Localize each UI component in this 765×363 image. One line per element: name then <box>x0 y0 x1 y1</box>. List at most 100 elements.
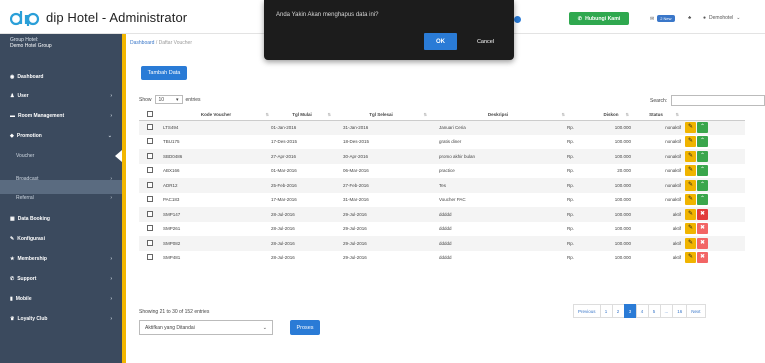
sidebar-item-dashboard[interactable]: ◉ Dashboard <box>0 70 122 84</box>
row-checkbox[interactable] <box>147 196 153 203</box>
entries-label: entries <box>185 96 201 103</box>
bell-icon[interactable]: ♣ <box>688 15 691 21</box>
sort-icon: ⇅ <box>265 112 269 117</box>
edit-button[interactable]: ✎ <box>685 237 696 249</box>
col-tgl-selesai[interactable]: Tgl Selesai ⇅ <box>333 110 429 121</box>
row-checkbox[interactable] <box>147 181 153 188</box>
edit-button[interactable]: ✎ <box>685 252 696 264</box>
next-page-button[interactable]: Next <box>686 304 706 318</box>
row-checkbox[interactable] <box>147 152 153 159</box>
cell-deskripsi: gratis diner <box>439 139 462 145</box>
row-checkbox-cell[interactable] <box>139 222 161 237</box>
edit-button[interactable]: ✎ <box>685 150 696 162</box>
sidebar-item-voucher[interactable]: Voucher <box>0 149 122 163</box>
cell-actions: ✎ ✖ <box>681 222 745 237</box>
delete-button[interactable]: ✖ <box>697 223 708 235</box>
row-checkbox[interactable] <box>147 210 153 217</box>
sidebar-item-mobile[interactable]: ▮ Mobile › <box>0 292 122 306</box>
sidebar-item-room-management[interactable]: ▬ Room Management › <box>0 109 122 123</box>
edit-button[interactable]: ✎ <box>685 179 696 191</box>
cell-diskon: 100.000 <box>614 197 631 203</box>
sidebar-item-data-booking[interactable]: ▦ Data Booking <box>0 212 122 226</box>
col-diskon-cur <box>567 110 591 121</box>
chevron-up-icon: ⌃ <box>699 181 706 188</box>
select-all-checkbox[interactable] <box>147 111 153 118</box>
booking-icon: ▦ <box>10 216 15 222</box>
col-status[interactable]: Status ⇅ <box>631 110 681 121</box>
sidebar-item-support[interactable]: ✆ Support › <box>0 272 122 286</box>
activate-button[interactable]: ⌃ <box>697 122 708 133</box>
activate-button[interactable]: ⌃ <box>697 179 708 191</box>
edit-button[interactable]: ✎ <box>685 208 696 220</box>
activate-button[interactable]: ⌃ <box>697 165 708 177</box>
prev-page-button[interactable]: Previous <box>573 304 601 318</box>
edit-button[interactable]: ✎ <box>685 122 696 133</box>
sidebar-item-label: Dashboard <box>17 74 44 80</box>
activate-button[interactable]: ⌃ <box>697 150 708 162</box>
col-deskripsi[interactable]: Deskripsi ⇅ <box>429 110 567 121</box>
row-checkbox-cell[interactable] <box>139 236 161 251</box>
row-checkbox-cell[interactable] <box>139 207 161 222</box>
row-checkbox[interactable] <box>147 124 153 130</box>
activate-button[interactable]: ⌃ <box>697 194 708 206</box>
cell-tgl-selesai: 31-Mar-2016 <box>343 197 369 203</box>
row-checkbox-cell[interactable] <box>139 178 161 193</box>
mobile-icon: ▮ <box>10 296 13 302</box>
cell-actions: ✎ ⌃ <box>681 178 745 193</box>
row-checkbox-cell[interactable] <box>139 120 161 135</box>
row-checkbox[interactable] <box>147 239 153 246</box>
search-control: Search: <box>650 95 765 106</box>
row-checkbox[interactable] <box>147 138 153 145</box>
cell-status: nonaktif <box>665 197 681 203</box>
activate-button[interactable]: ⌃ <box>697 136 708 148</box>
proses-button[interactable]: Proses <box>290 320 320 335</box>
breadcrumb-home[interactable]: Dashboard <box>130 40 154 46</box>
cell-diskon: 100.000 <box>614 139 631 145</box>
notifications[interactable]: ✉ 2 New <box>650 15 675 22</box>
col-tgl-mulai[interactable]: Tgl Mulai ⇅ <box>271 110 333 121</box>
row-checkbox-cell[interactable] <box>139 251 161 266</box>
entries-select[interactable]: 10 ▾ <box>154 95 183 104</box>
cell-tgl-selesai: 29-Jul-2016 <box>333 207 429 222</box>
page-button-16[interactable]: 16 <box>672 304 688 318</box>
delete-button[interactable]: ✖ <box>697 208 708 220</box>
logo[interactable]: dip Hotel - Administrator <box>10 9 187 26</box>
hubungi-kami-button[interactable]: ✆ Hubungi Kami <box>569 12 629 25</box>
add-data-button[interactable]: Tambah Data <box>141 66 187 80</box>
app-title: dip Hotel - Administrator <box>46 10 188 25</box>
sidebar-item-referral[interactable]: Referral › <box>0 191 122 205</box>
edit-button[interactable]: ✎ <box>685 165 696 177</box>
sidebar-item-promotion[interactable]: ◆ Promotion ⌄ <box>0 129 122 143</box>
row-checkbox-cell[interactable] <box>139 193 161 208</box>
dip-logo-icon <box>10 11 40 26</box>
row-checkbox[interactable] <box>147 225 153 232</box>
voucher-table: Kode Voucher ⇅ Tgl Mulai ⇅ Tgl Selesai ⇅ De… <box>139 110 745 265</box>
edit-button[interactable]: ✎ <box>685 194 696 206</box>
sidebar-item-loyalty-club[interactable]: ♛ Loyalty Club › <box>0 312 122 326</box>
table-row: SMP147 28-Jul-2016 29-Jul-2016 ddddd Rp. 100.… <box>139 207 745 222</box>
user-menu[interactable]: ● Demohotel ⌄ <box>703 15 740 21</box>
select-all-header[interactable] <box>139 110 161 121</box>
sidebar-item-membership[interactable]: ★ Membership › <box>0 252 122 266</box>
row-checkbox[interactable] <box>147 167 153 174</box>
row-checkbox-cell[interactable] <box>139 135 161 150</box>
entries-control: Show 10 ▾ entries <box>139 95 201 104</box>
col-diskon[interactable]: Diskon ⇅ <box>591 110 631 121</box>
col-kode[interactable]: Kode Voucher ⇅ <box>161 110 271 121</box>
row-checkbox[interactable] <box>147 254 153 261</box>
row-checkbox-cell[interactable] <box>139 164 161 179</box>
sidebar-item-user[interactable]: ♟ User › <box>0 89 122 103</box>
delete-button[interactable]: ✖ <box>697 237 708 249</box>
edit-button[interactable]: ✎ <box>685 136 696 148</box>
sidebar-item-broadcast[interactable]: Broadcast › <box>0 172 122 186</box>
search-input[interactable] <box>671 95 765 106</box>
sidebar-item-konfigurasi[interactable]: ✎ Konfigurasi <box>0 232 122 246</box>
info-icon[interactable] <box>514 16 521 23</box>
cell-tgl-selesai: 29-Jul-2016 <box>343 226 367 232</box>
row-checkbox-cell[interactable] <box>139 149 161 164</box>
edit-button[interactable]: ✎ <box>685 223 696 235</box>
col-actions <box>681 110 745 121</box>
bulk-action-select[interactable]: Aktifkan yang Ditandai ⌄ <box>139 320 273 335</box>
chevron-down-icon: ▾ <box>176 96 179 103</box>
delete-button[interactable]: ✖ <box>697 252 708 264</box>
